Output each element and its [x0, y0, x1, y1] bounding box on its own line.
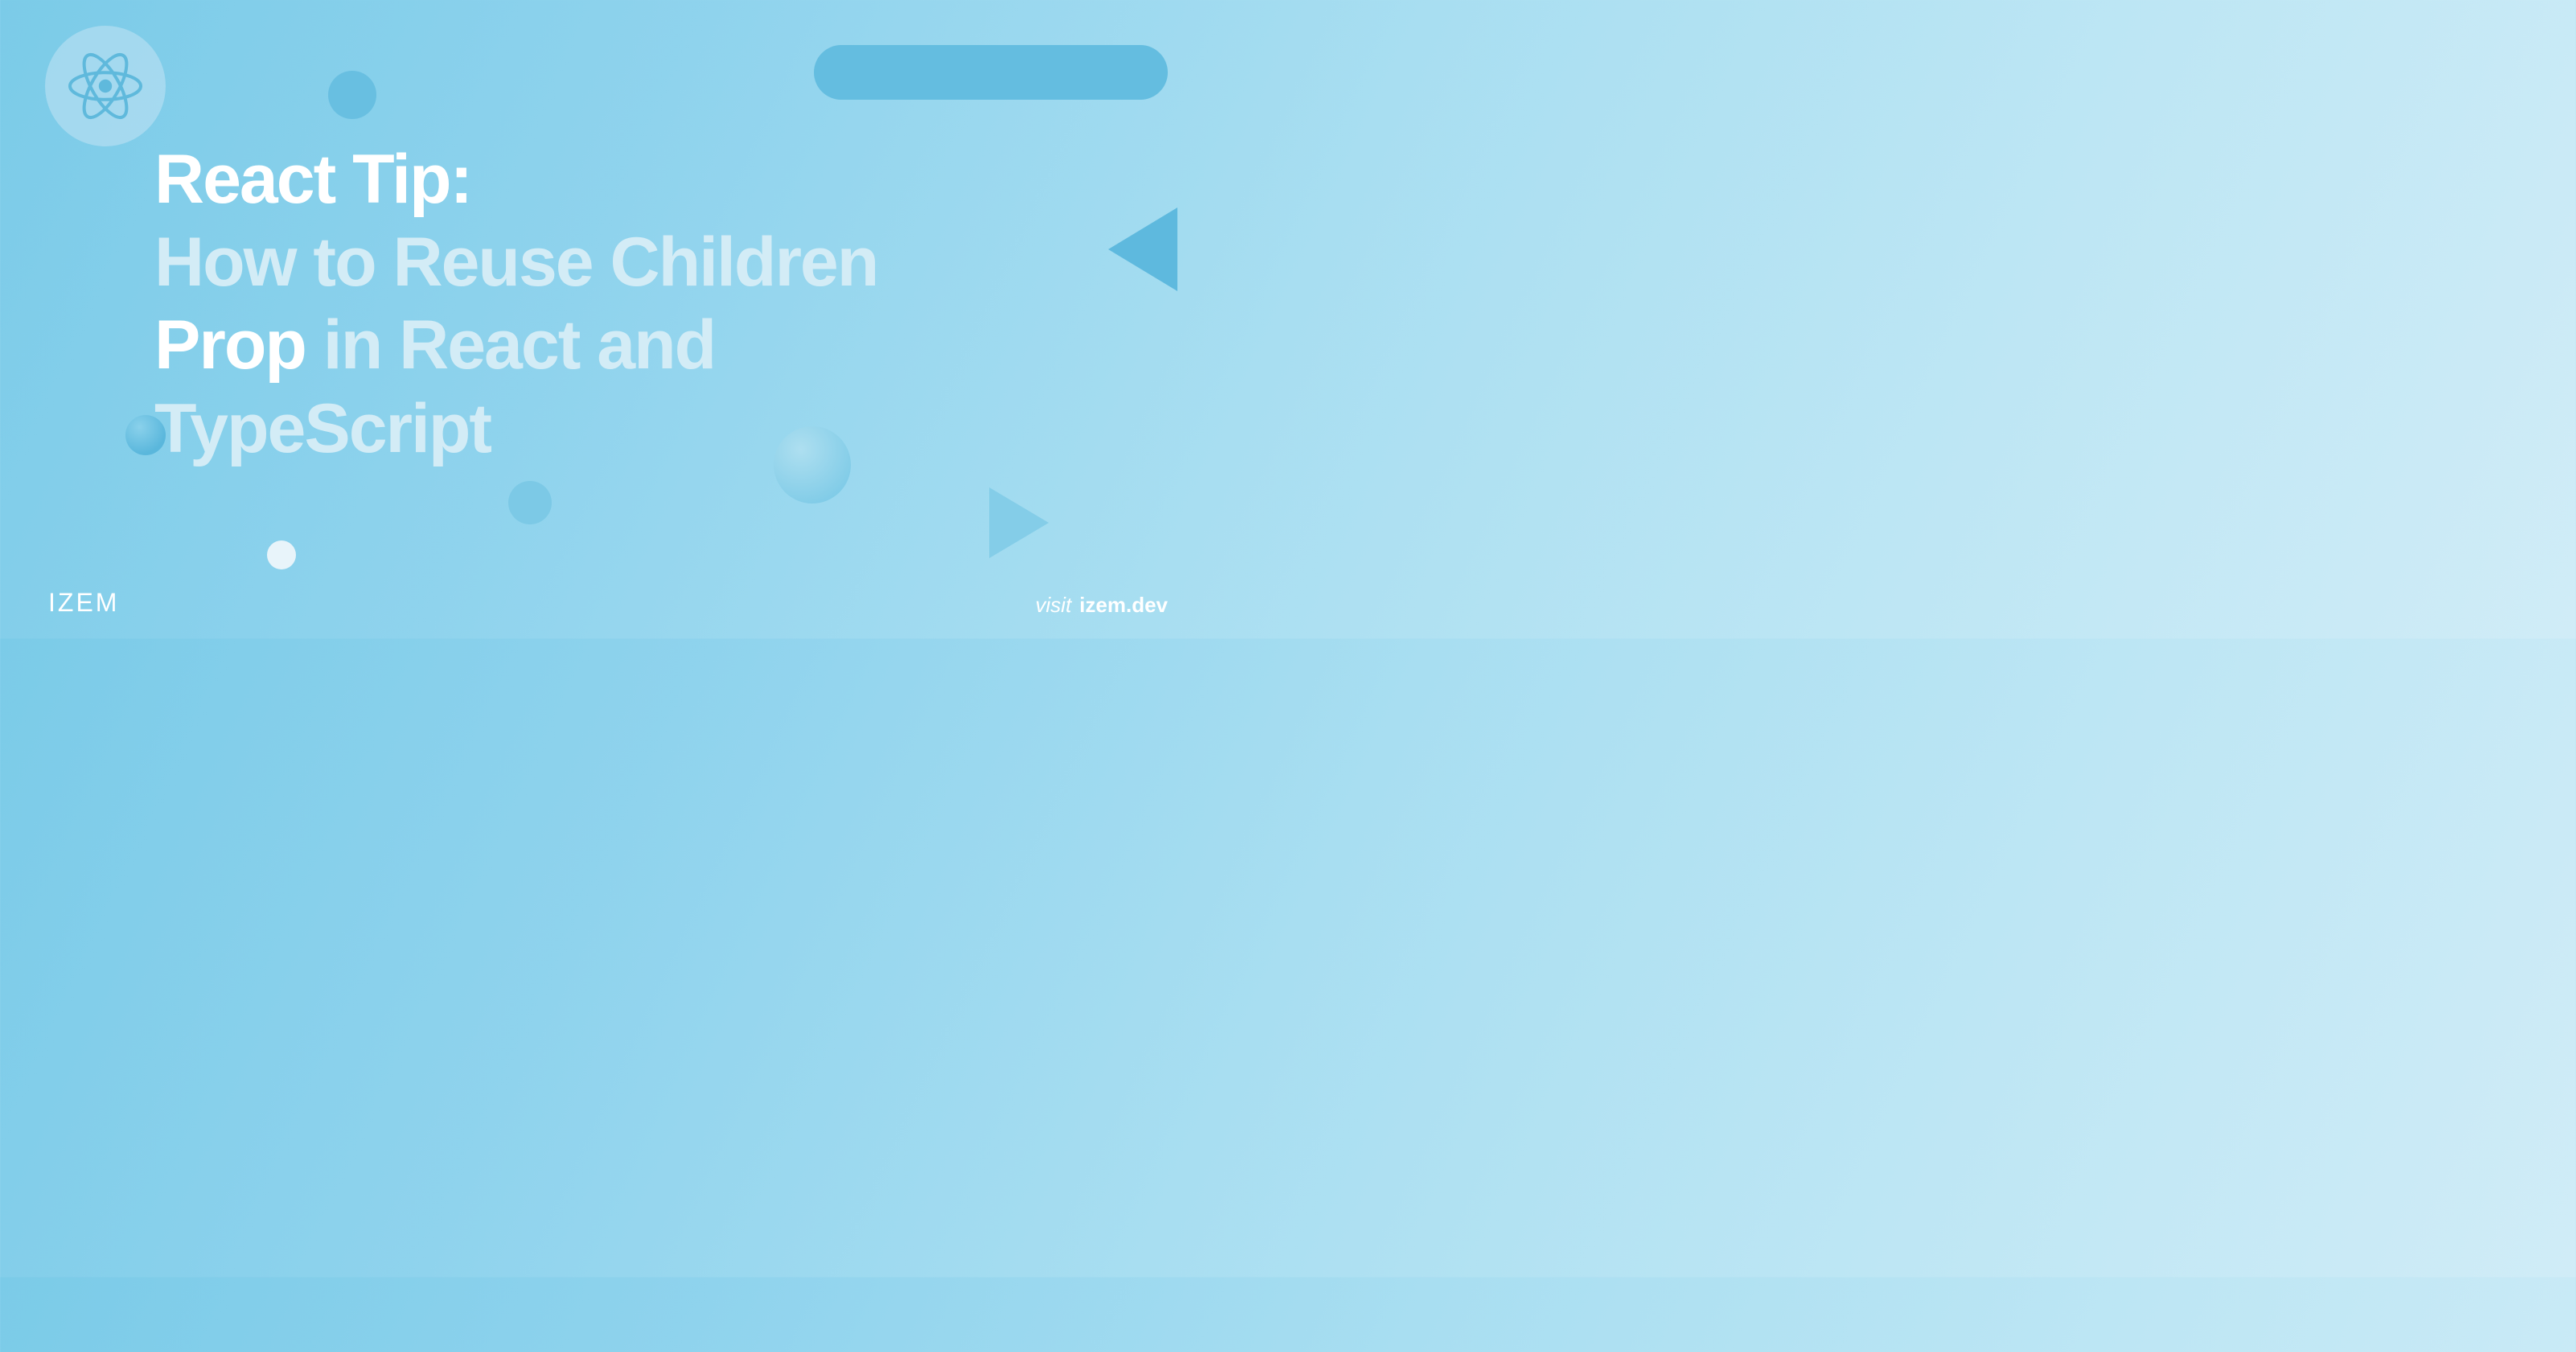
decorative-triangle-icon	[989, 487, 1049, 558]
title-line-3-a: Prop	[154, 306, 306, 384]
visit-link[interactable]: visit izem.dev	[1035, 593, 1168, 618]
title-line-2: How to Reuse Children	[154, 224, 877, 301]
decorative-pill	[814, 45, 1168, 100]
brand-logo: IZEM	[48, 588, 119, 618]
page-title: React Tip: How to Reuse Children Prop in…	[154, 138, 1039, 471]
react-logo-badge	[45, 26, 166, 146]
visit-domain: izem.dev	[1079, 593, 1168, 617]
title-line-3-b: in React and	[306, 306, 715, 384]
title-line-1: React Tip:	[154, 141, 471, 218]
react-logo-icon	[68, 49, 142, 123]
visit-label: visit	[1035, 593, 1071, 617]
decorative-triangle-icon	[1108, 208, 1177, 291]
decorative-dot	[508, 481, 552, 524]
decorative-dot	[267, 540, 296, 569]
decorative-dot	[328, 71, 376, 119]
title-line-4: TypeScript	[154, 390, 491, 467]
